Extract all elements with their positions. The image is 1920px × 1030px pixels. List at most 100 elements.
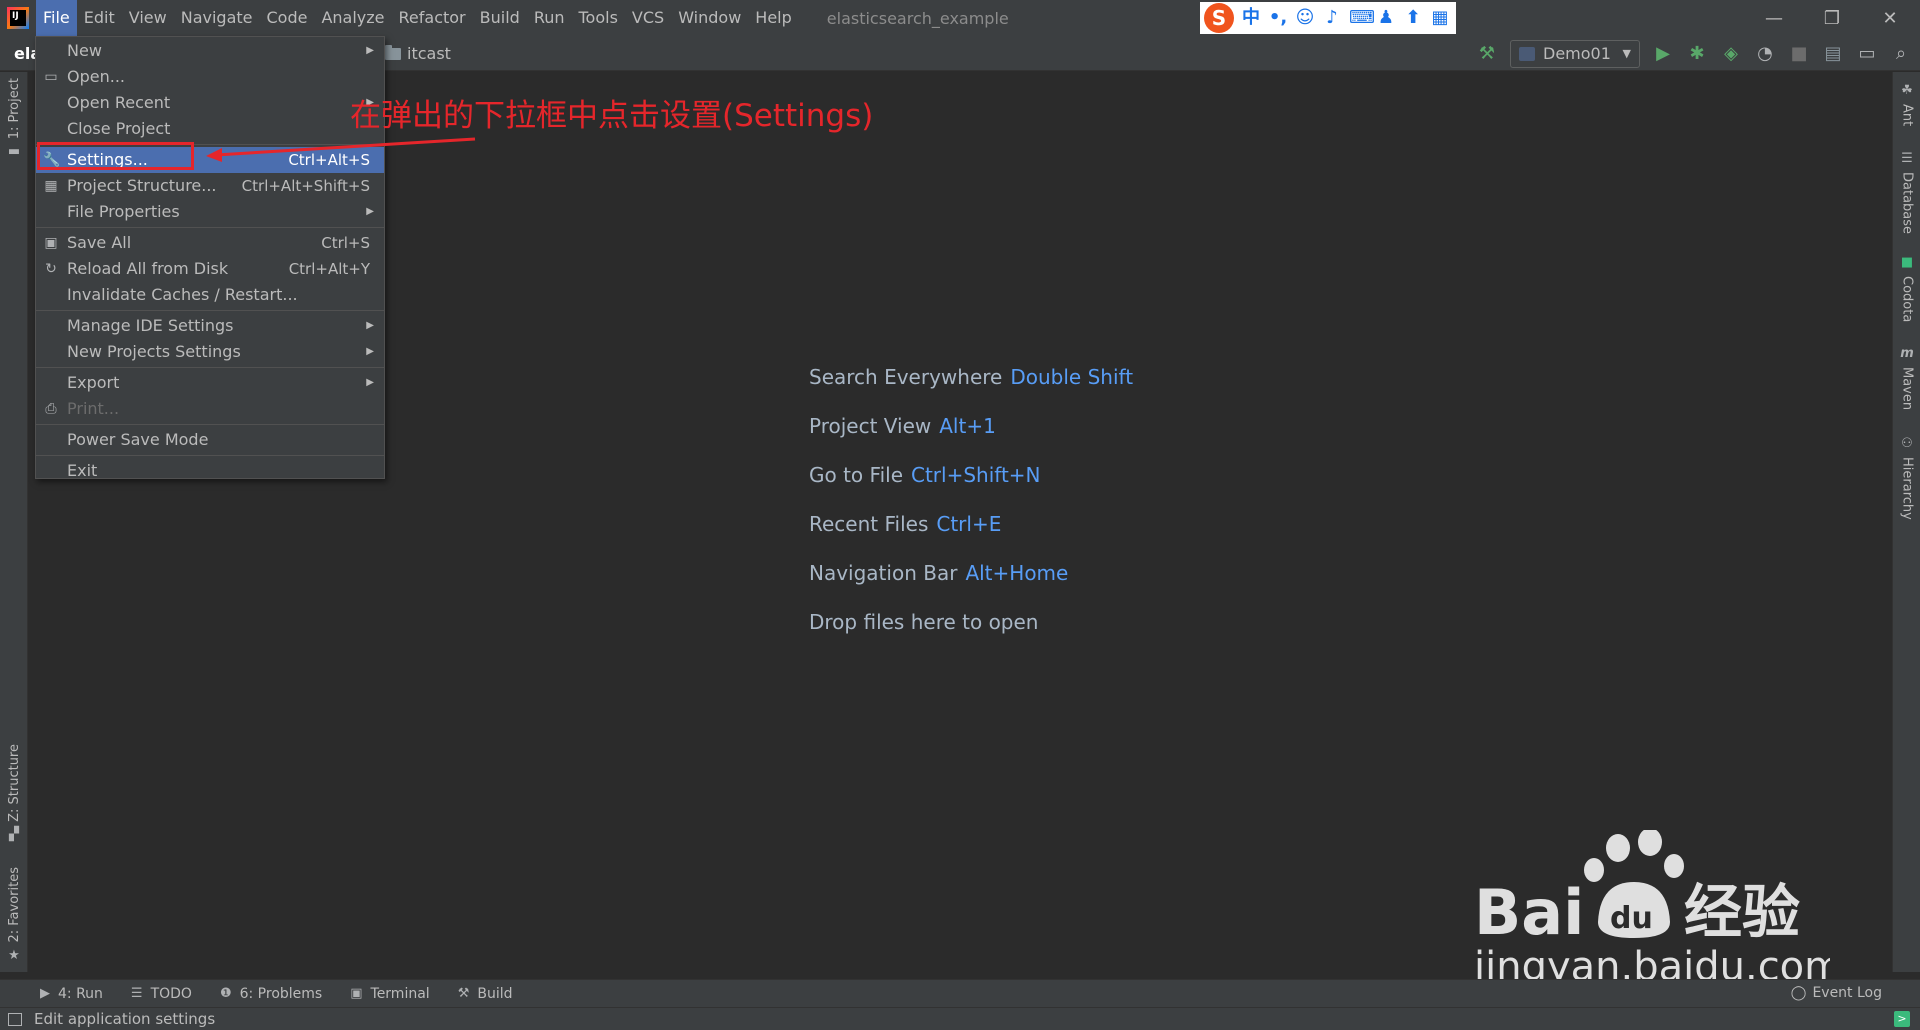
profiler-icon[interactable]: ◔ — [1754, 43, 1776, 65]
bottom-tab-build[interactable]: ⚒ Build — [458, 986, 513, 1002]
bottom-tab-label: 6: Problems — [239, 985, 323, 1002]
structure-icon: ▞ — [9, 826, 19, 842]
ime-punctuation-toggle[interactable]: •, — [1268, 8, 1288, 28]
file-menu-item-project-structure[interactable]: ▦ Project Structure... Ctrl+Alt+Shift+S — [36, 173, 384, 199]
menu-navigate[interactable]: Navigate — [174, 0, 260, 36]
menu-run[interactable]: Run — [527, 0, 572, 36]
tab-favorites[interactable]: ★ 2: Favorites — [0, 867, 28, 963]
menu-tools[interactable]: Tools — [572, 0, 625, 36]
file-menu-item-reload-all-from-disk[interactable]: ↻ Reload All from Disk Ctrl+Alt+Y — [36, 256, 384, 282]
file-menu-item-file-properties[interactable]: File Properties ▶ — [36, 199, 384, 225]
file-menu-item-open[interactable]: ▭ Open... — [36, 64, 384, 90]
bottom-tab-label: 4: Run — [58, 985, 103, 1002]
ime-language-toggle[interactable]: 中 — [1241, 8, 1261, 28]
left-tool-stripe: ▬ 1: Project ▞ Z: Structure ★ 2: Favorit… — [0, 72, 28, 972]
menu-window[interactable]: Window — [671, 0, 748, 36]
hint-action: Navigation Bar — [809, 561, 958, 585]
hint-shortcut: Double Shift — [1010, 365, 1134, 389]
file-menu-item-manage-ide-settings[interactable]: Manage IDE Settings ▶ — [36, 313, 384, 339]
file-menu-item-label: Project Structure... — [67, 176, 217, 195]
run-configuration-select[interactable]: Demo01 ▼ — [1510, 39, 1640, 68]
tab-project[interactable]: ▬ 1: Project — [0, 78, 28, 159]
tab-ant[interactable]: ☘ Ant — [1893, 84, 1920, 127]
search-icon[interactable]: ⌕ — [1890, 43, 1912, 65]
file-menu-item-power-save-mode[interactable]: Power Save Mode — [36, 427, 384, 453]
tab-database[interactable]: ☰ Database — [1893, 152, 1920, 235]
tab-hierarchy[interactable]: ⚇ Hierarchy — [1893, 437, 1920, 520]
build-hammer-icon[interactable]: ⚒ — [1476, 43, 1498, 65]
codota-status-icon[interactable]: > — [1894, 1011, 1910, 1027]
file-menu-item-exit[interactable]: Exit — [36, 458, 384, 484]
microphone-icon[interactable]: ♪ — [1322, 8, 1342, 28]
event-log-icon: ◯ — [1790, 985, 1807, 1001]
menu-edit[interactable]: Edit — [77, 0, 122, 36]
bottom-tab-4-run[interactable]: ▶ 4: Run — [40, 986, 103, 1002]
maven-icon: m — [1900, 346, 1914, 361]
folder-icon — [385, 44, 401, 60]
bottom-tab-terminal[interactable]: ▣ Terminal — [350, 986, 429, 1002]
menu-view[interactable]: View — [122, 0, 174, 36]
sogou-logo-icon[interactable]: S — [1204, 3, 1234, 33]
file-menu-item-label: Exit — [67, 461, 98, 480]
file-menu-item-close-project[interactable]: Close Project — [36, 116, 384, 142]
bottom-tab-label: Build — [477, 985, 513, 1002]
close-button[interactable]: ✕ — [1861, 0, 1919, 36]
hint-action: Drop files here to open — [809, 610, 1039, 634]
menu-separator — [36, 424, 384, 425]
tab-codota[interactable]: ■ Codota — [1893, 256, 1920, 323]
save-icon: ▣ — [44, 235, 58, 251]
shortcut-label: Ctrl+Alt+Shift+S — [241, 177, 370, 195]
menu-code[interactable]: Code — [260, 0, 315, 36]
watermark-du: du — [1610, 901, 1653, 936]
event-log-button[interactable]: ◯ Event Log — [1791, 985, 1882, 1001]
toolbox-icon[interactable]: ▦ — [1430, 8, 1450, 28]
bottom-tool-tabs: ▶ 4: Run ☰ TODO ❶ 6: Problems ▣ Terminal ⚒ Build ◯… — [0, 979, 1920, 1007]
submenu-arrow-icon: ▶ — [366, 346, 374, 357]
file-menu-item-label: Reload All from Disk — [67, 259, 229, 278]
stop-icon[interactable]: ■ — [1788, 43, 1810, 65]
menu-analyze[interactable]: Analyze — [314, 0, 391, 36]
coverage-icon[interactable]: ◈ — [1720, 43, 1742, 65]
problems-icon: ❶ — [219, 986, 232, 1001]
file-menu-item-save-all[interactable]: ▣ Save All Ctrl+S — [36, 230, 384, 256]
intellij-logo-icon: IJ — [0, 0, 36, 36]
keyboard-icon[interactable]: ⌨ — [1349, 8, 1375, 28]
menu-bar: IJ File Edit View Navigate Code Analyze … — [0, 0, 1920, 36]
file-menu-item-invalidate-caches-restart[interactable]: Invalidate Caches / Restart... — [36, 282, 384, 308]
project-structure-toolbar-icon[interactable]: ▤ — [1822, 43, 1844, 65]
restore-button[interactable]: ❐ — [1803, 0, 1861, 36]
shortcut-label: Ctrl+Alt+S — [288, 151, 370, 169]
bottom-tab-6-problems[interactable]: ❶ 6: Problems — [220, 986, 322, 1002]
breadcrumb-item[interactable]: itcast — [407, 44, 451, 63]
menu-vcs[interactable]: VCS — [625, 0, 671, 36]
breadcrumb[interactable]: itcast — [385, 44, 451, 63]
run-icon[interactable]: ▶ — [1652, 43, 1674, 65]
tab-maven[interactable]: m Maven — [1893, 346, 1920, 411]
file-menu-item-open-recent[interactable]: Open Recent ▶ — [36, 90, 384, 116]
skin-icon[interactable]: ⬆ — [1403, 8, 1423, 28]
toggle-tool-windows-icon[interactable] — [8, 1013, 22, 1026]
file-menu-item-new[interactable]: New ▶ — [36, 38, 384, 64]
main-toolbar: ⚒ Demo01 ▼ ▶ ✱ ◈ ◔ ■ ▤ ▭ ⌕ — [1476, 36, 1920, 71]
presentation-icon[interactable]: ▭ — [1856, 43, 1878, 65]
file-menu-item-new-projects-settings[interactable]: New Projects Settings ▶ — [36, 339, 384, 365]
ide-window: IJ File Edit View Navigate Code Analyze … — [0, 0, 1920, 1030]
tab-structure[interactable]: ▞ Z: Structure — [0, 744, 28, 842]
menu-help[interactable]: Help — [748, 0, 798, 36]
file-menu-item-print: ⎙ Print... — [36, 396, 384, 422]
editor-hint: Go to File Ctrl+Shift+N — [809, 463, 1133, 512]
bottom-tab-todo[interactable]: ☰ TODO — [131, 986, 192, 1002]
debug-icon[interactable]: ✱ — [1686, 43, 1708, 65]
tab-codota-label: Codota — [1899, 276, 1915, 323]
menu-file[interactable]: File — [36, 0, 77, 36]
file-menu-item-label: Power Save Mode — [67, 430, 209, 449]
file-menu-item-label: Open... — [67, 67, 125, 86]
minimize-button[interactable]: — — [1745, 0, 1803, 36]
user-icon[interactable]: ♟ — [1376, 8, 1396, 28]
file-menu-item-label: New Projects Settings — [67, 342, 241, 361]
reload-icon: ↻ — [45, 261, 57, 277]
menu-build[interactable]: Build — [473, 0, 527, 36]
emoji-icon[interactable]: ☺ — [1295, 8, 1315, 28]
menu-refactor[interactable]: Refactor — [392, 0, 473, 36]
file-menu-item-export[interactable]: Export ▶ — [36, 370, 384, 396]
